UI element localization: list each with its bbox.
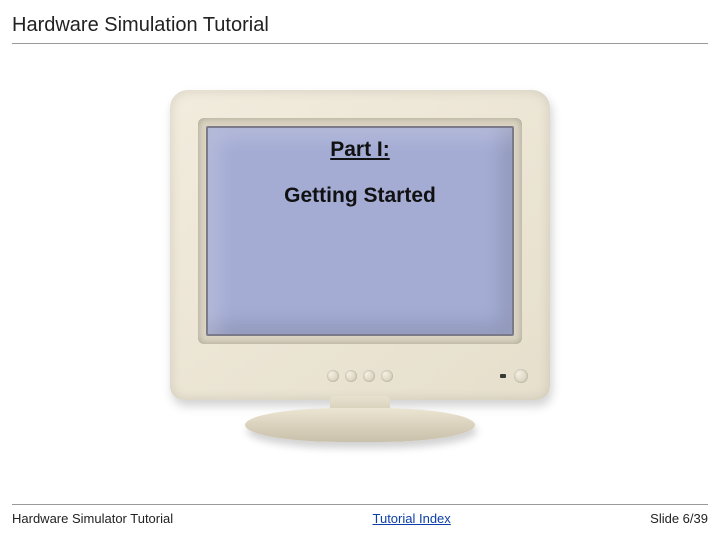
part-subtitle: Getting Started	[0, 184, 720, 208]
slide-header: Hardware Simulation Tutorial	[12, 14, 708, 44]
slide: Hardware Simulation Tutorial Part I: Get…	[0, 0, 720, 540]
knob-icon	[363, 370, 375, 382]
monitor-controls	[327, 370, 393, 382]
slide-title: Hardware Simulation Tutorial	[12, 14, 708, 37]
monitor-base	[245, 408, 475, 442]
slide-counter: Slide 6/39	[650, 511, 708, 526]
tutorial-index-link[interactable]: Tutorial Index	[373, 511, 451, 526]
part-label: Part I:	[330, 138, 390, 162]
power-button-icon	[514, 369, 528, 383]
monitor-shell	[170, 90, 550, 400]
knob-icon	[327, 370, 339, 382]
screen-text-block: Part I: Getting Started	[0, 138, 720, 208]
power-light-icon	[500, 374, 506, 378]
slide-footer: Hardware Simulator Tutorial Tutorial Ind…	[12, 504, 708, 526]
footer-left: Hardware Simulator Tutorial	[12, 511, 173, 526]
knob-icon	[381, 370, 393, 382]
knob-icon	[345, 370, 357, 382]
